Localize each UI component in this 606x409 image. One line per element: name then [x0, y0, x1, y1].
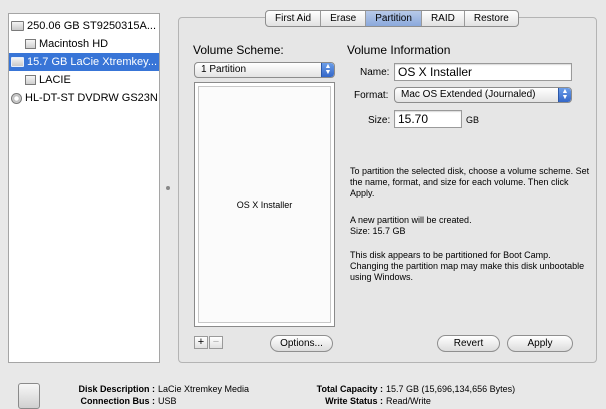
tab-bar: First Aid Erase Partition RAID Restore: [265, 10, 519, 27]
hard-disk-icon: [11, 21, 24, 31]
sidebar-item-label: HL-DT-ST DVDRW GS23N: [25, 92, 158, 104]
selected-disk-icon: [18, 383, 40, 409]
revert-button[interactable]: Revert: [437, 335, 500, 352]
connection-bus-value: USB: [158, 396, 177, 406]
name-label: Name:: [360, 67, 390, 78]
size-input[interactable]: 15.70: [394, 110, 462, 128]
total-capacity-label: Total Capacity :: [316, 384, 383, 394]
tab-partition[interactable]: Partition: [366, 11, 422, 26]
apply-button[interactable]: Apply: [507, 335, 573, 352]
connection-bus-label: Connection Bus :: [80, 396, 156, 406]
sidebar-item-label: 15.7 GB LaCie Xtremkey...: [27, 56, 158, 68]
volume-scheme-popup[interactable]: 1 Partition ▲ ▼: [194, 62, 335, 78]
partition-label: OS X Installer: [236, 199, 293, 210]
sidebar-item-dvd-drive[interactable]: HL-DT-ST DVDRW GS23N: [9, 89, 159, 107]
tab-first-aid[interactable]: First Aid: [266, 11, 322, 26]
total-capacity-value: 15.7 GB (15,696,134,656 Bytes): [386, 384, 516, 394]
volume-icon: [25, 75, 36, 85]
size-unit: GB: [466, 115, 480, 125]
volume-scheme-value: 1 Partition: [201, 64, 247, 75]
partition-block[interactable]: OS X Installer: [198, 86, 331, 323]
popup-arrows-icon: ▲ ▼: [558, 88, 571, 102]
sidebar-item-lacie-volume[interactable]: LACIE: [9, 71, 159, 89]
tab-erase[interactable]: Erase: [321, 11, 367, 26]
write-status-label: Write Status :: [325, 396, 383, 406]
new-partition-note: A new partition will be created.: [350, 215, 472, 225]
sidebar-item-label: LACIE: [39, 74, 71, 86]
sidebar-item-label: 250.06 GB ST9250315A...: [27, 20, 157, 32]
size-label: Size:: [368, 115, 391, 126]
options-button[interactable]: Options...: [270, 335, 333, 352]
volume-scheme-heading: Volume Scheme:: [193, 43, 284, 57]
disk-description-value: LaCie Xtremkey Media: [158, 384, 250, 394]
sidebar-item-lacie-disk[interactable]: 15.7 GB LaCie Xtremkey...: [9, 53, 159, 71]
add-partition-button[interactable]: +: [194, 336, 208, 349]
sidebar-item-label: Macintosh HD: [39, 38, 109, 50]
popup-arrows-icon: ▲ ▼: [321, 63, 334, 77]
sidebar-item-macintosh-hd[interactable]: Macintosh HD: [9, 35, 159, 53]
tab-raid[interactable]: RAID: [422, 11, 465, 26]
format-label: Format:: [354, 90, 389, 101]
volume-name-input[interactable]: OS X Installer: [394, 63, 572, 81]
volume-info-heading: Volume Information: [347, 43, 451, 57]
usb-disk-icon: [11, 57, 24, 67]
write-status-value: Read/Write: [386, 396, 431, 406]
optical-drive-icon: [11, 92, 22, 104]
volume-icon: [25, 39, 36, 49]
tab-restore[interactable]: Restore: [465, 11, 518, 26]
partition-map[interactable]: OS X Installer: [194, 82, 335, 327]
sidebar-item-internal-disk[interactable]: 250.06 GB ST9250315A...: [9, 17, 159, 35]
new-partition-size: Size: 15.7 GB: [350, 226, 406, 236]
remove-partition-button[interactable]: −: [209, 336, 223, 349]
splitter-handle[interactable]: [166, 186, 170, 190]
disk-description-label: Disk Description :: [78, 384, 155, 394]
boot-camp-warning: This disk appears to be partitioned for …: [350, 250, 585, 282]
disk-list-sidebar[interactable]: 250.06 GB ST9250315A... Macintosh HD 15.…: [8, 13, 160, 363]
partition-instructions: To partition the selected disk, choose a…: [350, 166, 590, 198]
format-popup[interactable]: Mac OS Extended (Journaled) ▲ ▼: [394, 87, 572, 103]
format-value: Mac OS Extended (Journaled): [401, 89, 536, 100]
